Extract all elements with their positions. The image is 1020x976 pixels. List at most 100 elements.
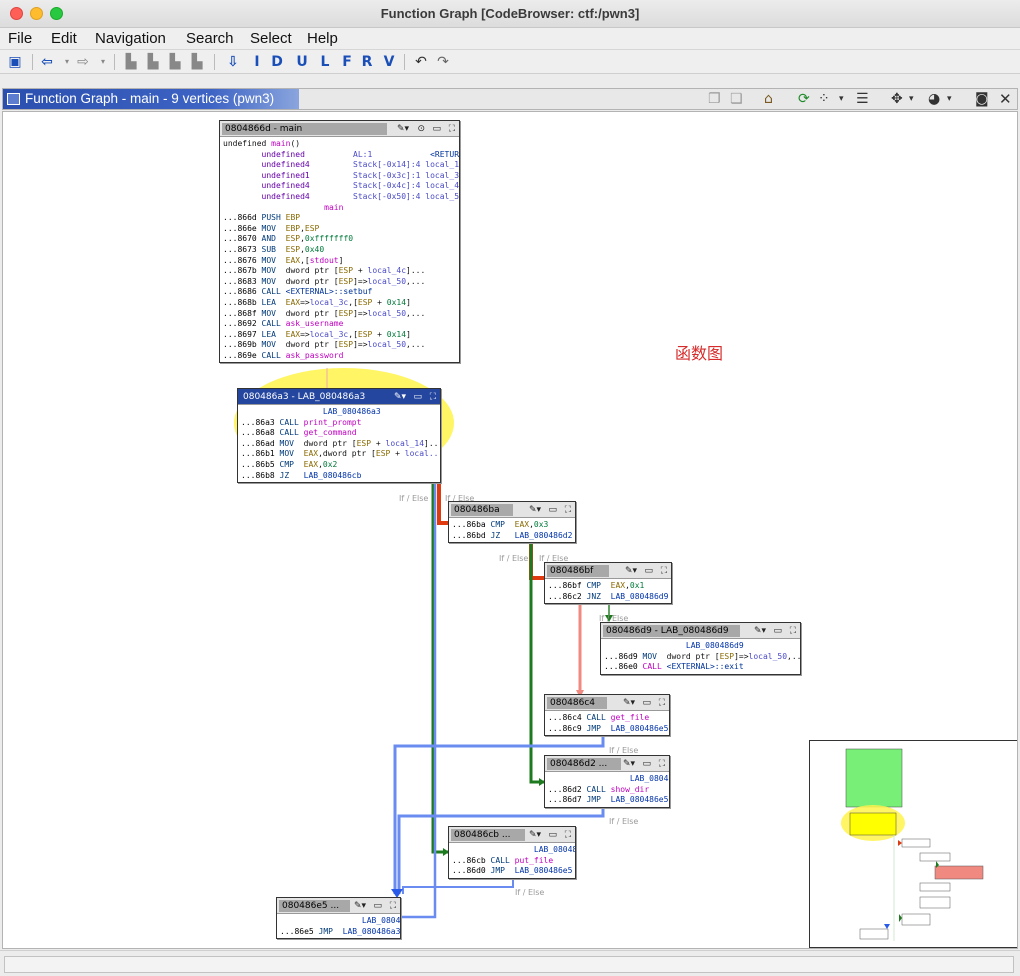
full-window-icon[interactable]: ▭ [644, 564, 653, 578]
group-icon[interactable]: ⛶ [390, 899, 396, 913]
listing-line[interactable]: ...869b MOV dword ptr [ESP]=>local_50,..… [223, 340, 456, 351]
listing-line[interactable]: ...86bf CMP EAX,0x1 [548, 581, 668, 592]
group-icon[interactable]: ⛶ [565, 503, 571, 517]
full-window-icon[interactable]: ▭ [548, 828, 557, 842]
listing-line[interactable]: ...8697 LEA EAX=>local_3c,[ESP + 0x14] [223, 330, 456, 341]
nav-data-button[interactable]: D [270, 52, 284, 72]
previous-function-icon[interactable]: ▙ [124, 52, 138, 72]
listing-line[interactable]: ...869e CALL ask_password [223, 351, 456, 362]
listing-line[interactable]: ...8686 CALL <EXTERNAL>::setbuf [223, 287, 456, 298]
full-window-icon[interactable]: ▭ [373, 899, 382, 913]
listing-line[interactable]: LAB_080486cb [452, 845, 575, 856]
group-icon[interactable]: ⛶ [659, 757, 665, 771]
full-window-icon[interactable]: ▭ [413, 390, 422, 404]
menu-search[interactable]: Search [186, 30, 234, 47]
vertex-080486ba[interactable]: 080486ba ✎▾ ▭ ⛶ ...86ba CMP EAX,0x3 ...86… [448, 501, 576, 544]
copy-icon[interactable]: ❐ [708, 89, 721, 109]
snapshot-icon[interactable]: ⊙ [417, 122, 425, 136]
function-graph-canvas[interactable]: If / Else If / Else If / Else If / Else … [2, 111, 1018, 949]
edit-label-icon[interactable]: ✎▾ [623, 757, 635, 771]
listing-line[interactable]: undefined main() [223, 139, 456, 150]
down-arrow-icon[interactable]: ⇩ [226, 52, 240, 72]
group-icon[interactable]: ⛶ [659, 696, 665, 710]
listing-line[interactable]: ...868b LEA EAX=>local_3c,[ESP + 0x14] [223, 298, 456, 309]
listing-line[interactable]: LAB_080486e5 [280, 916, 400, 927]
next-instruction-icon[interactable]: ▙ [190, 52, 204, 72]
full-window-icon[interactable]: ▭ [642, 696, 651, 710]
edit-label-icon[interactable]: ✎▾ [397, 122, 409, 136]
group-icon[interactable]: ⛶ [790, 624, 796, 638]
edit-label-icon[interactable]: ✎▾ [625, 564, 637, 578]
listing-line[interactable]: ...866d PUSH EBP [223, 213, 456, 224]
group-icon[interactable]: ⛶ [430, 390, 436, 404]
menu-file[interactable]: File [8, 30, 32, 47]
nav-undefined-button[interactable]: U [295, 52, 309, 72]
menu-edit[interactable]: Edit [51, 30, 77, 47]
navigate-dropdown-icon[interactable]: ▾ [909, 89, 914, 109]
forward-arrow-icon[interactable]: ⇨ [76, 52, 90, 72]
listing-line[interactable]: ...86a3 CALL print_prompt [241, 418, 437, 429]
edit-label-icon[interactable]: ✎▾ [623, 696, 635, 710]
layout-dropdown-icon[interactable]: ▾ [839, 89, 844, 109]
layout-icon[interactable]: ⁘ [818, 89, 830, 109]
snapshot-icon[interactable]: ◙ [975, 89, 989, 109]
satellite-overview[interactable] [809, 740, 1017, 948]
listing-line[interactable]: ...86d0 JMP LAB_080486e5 [452, 866, 572, 877]
paste-icon[interactable]: ❏ [730, 89, 743, 109]
full-window-icon[interactable]: ▭ [432, 122, 441, 136]
listing-line[interactable]: ...86bd JZ LAB_080486d2 [452, 531, 572, 542]
listing-line[interactable]: ...86d7 JMP LAB_080486e5 [548, 795, 668, 806]
listing-line[interactable]: ...8676 MOV EAX,[stdout] [223, 256, 456, 267]
menu-help[interactable]: Help [307, 30, 338, 47]
listing-line[interactable]: LAB_080486d9 [604, 641, 797, 652]
full-window-icon[interactable]: ▭ [773, 624, 782, 638]
listing-line[interactable]: ...8683 MOV dword ptr [ESP]=>local_50,..… [223, 277, 456, 288]
group-icon[interactable]: ⛶ [661, 564, 667, 578]
nav-label-button[interactable]: L [318, 52, 332, 72]
previous-instruction-icon[interactable]: ▙ [168, 52, 182, 72]
forward-dropdown-icon[interactable]: ▾ [96, 52, 110, 72]
full-window-icon[interactable]: ▭ [642, 757, 651, 771]
hover-mode-icon[interactable]: ◕ [928, 89, 940, 109]
back-dropdown-icon[interactable]: ▾ [60, 52, 74, 72]
next-function-icon[interactable]: ▙ [146, 52, 160, 72]
listing-line[interactable]: undefined1 Stack[-0x3c]:1 local_3c [223, 171, 459, 182]
listing-line[interactable]: undefined4 Stack[-0x14]:4 local_14 [223, 160, 459, 171]
vertex-main[interactable]: 0804866d - main ✎▾ ⊙ ▭ ⛶ undefined main(… [219, 120, 460, 364]
listing-line[interactable]: ...86e5 JMP LAB_080486a3 [280, 927, 400, 938]
edit-label-icon[interactable]: ✎▾ [529, 503, 541, 517]
menu-navigation[interactable]: Navigation [95, 30, 166, 47]
close-panel-icon[interactable]: ✕ [999, 89, 1012, 109]
vertex-080486cb[interactable]: 080486cb ... ✎▾ ▭ ⛶ LAB_080486cb ...86cb … [448, 826, 576, 879]
listing-line[interactable]: ...86b8 JZ LAB_080486cb [241, 471, 437, 482]
listing-line[interactable]: undefined AL:1 <RETURN> [223, 150, 459, 161]
vertex-080486d9[interactable]: 080486d9 - LAB_080486d9 ✎▾ ▭ ⛶ LAB_08048… [600, 622, 801, 675]
menu-select[interactable]: Select [250, 30, 292, 47]
full-window-icon[interactable]: ▭ [548, 503, 557, 517]
vertex-080486c4[interactable]: 080486c4 ✎▾ ▭ ⛶ ...86c4 CALL get_file...… [544, 694, 670, 737]
listing-line[interactable]: ...866e MOV EBP,ESP [223, 224, 456, 235]
listing-line[interactable]: ...86d9 MOV dword ptr [ESP]=>local_50,..… [604, 652, 800, 663]
edit-label-icon[interactable]: ✎▾ [754, 624, 766, 638]
listing-line[interactable]: ...86cb CALL put_file [452, 856, 572, 867]
listing-line[interactable]: ...86e0 CALL <EXTERNAL>::exit [604, 662, 797, 673]
nav-reference-button[interactable]: R [360, 52, 374, 72]
refresh-icon[interactable]: ⟳ [798, 89, 810, 109]
vertex-080486a3[interactable]: 080486a3 - LAB_080486a3 ✎▾ ▭ ⛶ LAB_08048… [237, 388, 441, 484]
navigate-icon[interactable]: ✥ [891, 89, 903, 109]
listing-line[interactable]: undefined4 Stack[-0x4c]:4 local_4c [223, 181, 459, 192]
panel-title-tab[interactable]: Function Graph - main - 9 vertices (pwn3… [3, 89, 299, 109]
nav-value-button[interactable]: V [382, 52, 396, 72]
hover-dropdown-icon[interactable]: ▾ [947, 89, 952, 109]
nav-function-button[interactable]: F [340, 52, 354, 72]
listing-line[interactable]: ...8673 SUB ESP,0x40 [223, 245, 456, 256]
listing-line[interactable]: ...86c9 JMP LAB_080486e5 [548, 724, 668, 735]
listing-line[interactable]: ...86a8 CALL get_command [241, 428, 437, 439]
nav-instruction-button[interactable]: I [250, 52, 264, 72]
listing-line[interactable]: ...86c4 CALL get_file [548, 713, 666, 724]
edit-label-icon[interactable]: ✎▾ [354, 899, 366, 913]
listing-line[interactable]: ...86c2 JNZ LAB_080486d9 [548, 592, 668, 603]
listing-line[interactable]: ...867b MOV dword ptr [ESP + local_4c]..… [223, 266, 456, 277]
listing-line[interactable]: ...86b1 MOV EAX,dword ptr [ESP + local..… [241, 449, 440, 460]
listing-line[interactable]: LAB_080486a3 [241, 407, 437, 418]
